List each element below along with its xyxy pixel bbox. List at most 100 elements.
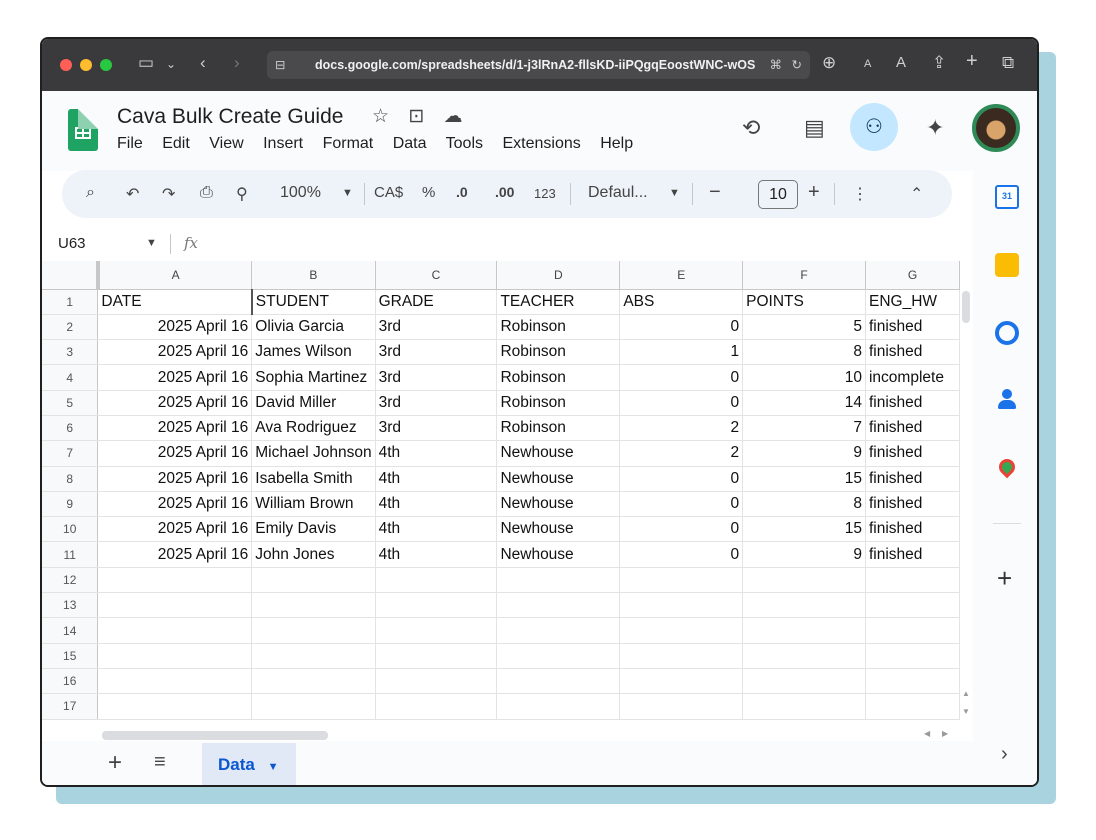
row-header[interactable]: 14 xyxy=(42,617,99,644)
cell-g8[interactable]: finished xyxy=(865,466,960,492)
cell-b17[interactable] xyxy=(251,693,376,720)
cell-f2[interactable]: 5 xyxy=(742,314,866,341)
sheets-logo[interactable] xyxy=(68,109,98,151)
share-button[interactable]: ⚇ xyxy=(850,103,898,151)
cell-f3[interactable]: 8 xyxy=(742,339,866,366)
cell-c5[interactable]: 3rd xyxy=(375,390,498,416)
name-box-dropdown-icon[interactable]: ▼ xyxy=(146,237,157,249)
font-size-decrease-button[interactable]: − xyxy=(709,181,721,204)
cell-b6[interactable]: Ava Rodriguez xyxy=(251,415,376,442)
cell-g3[interactable]: finished xyxy=(865,339,960,366)
cell-d2[interactable]: Robinson xyxy=(496,314,621,341)
scroll-up-icon[interactable]: ▲ xyxy=(962,689,970,698)
gemini-icon[interactable]: ✦ xyxy=(926,115,944,141)
cell-g11[interactable]: finished xyxy=(865,541,960,568)
cell-d6[interactable]: Robinson xyxy=(496,415,621,442)
cell-b3[interactable]: James Wilson xyxy=(251,339,376,366)
cell-b8[interactable]: Isabella Smith xyxy=(251,466,376,492)
row-header[interactable]: 2 xyxy=(42,314,99,341)
reload-icon[interactable]: ↻ xyxy=(791,51,802,79)
cell-e10[interactable]: 0 xyxy=(619,516,744,543)
cell-f1[interactable]: POINTS xyxy=(742,289,866,315)
increase-decimal-button[interactable]: .00 xyxy=(495,184,514,200)
cell-b10[interactable]: Emily Davis xyxy=(251,516,376,543)
cell-c8[interactable]: 4th xyxy=(375,466,498,492)
menu-insert[interactable]: Insert xyxy=(263,135,303,152)
cell-g16[interactable] xyxy=(865,668,960,695)
cell-a4[interactable]: 2025 April 16 xyxy=(97,364,253,391)
cell-f7[interactable]: 9 xyxy=(742,440,866,467)
column-header-c[interactable]: C xyxy=(375,261,498,290)
cell-a2[interactable]: 2025 April 16 xyxy=(97,314,253,341)
cell-c14[interactable] xyxy=(375,617,498,644)
menu-tools[interactable]: Tools xyxy=(446,135,483,152)
collapse-toolbar-icon[interactable]: ⌃ xyxy=(910,184,923,204)
cell-b13[interactable] xyxy=(251,592,376,619)
number-format-button[interactable]: 123 xyxy=(534,186,556,201)
download-icon[interactable]: ⊕ xyxy=(822,53,836,73)
menu-view[interactable]: View xyxy=(209,135,243,152)
name-box[interactable]: U63 xyxy=(58,235,86,252)
cell-b12[interactable] xyxy=(251,567,376,594)
column-header-a[interactable]: A xyxy=(97,261,253,290)
font-select[interactable]: Defaul... xyxy=(588,184,648,202)
cell-b16[interactable] xyxy=(251,668,376,695)
scroll-left-icon[interactable]: ◀ xyxy=(924,729,930,738)
redo-icon[interactable]: ↷ xyxy=(162,184,175,204)
select-all-corner[interactable] xyxy=(42,261,100,290)
cell-e11[interactable]: 0 xyxy=(619,541,744,568)
chevron-down-icon[interactable]: ⌄ xyxy=(166,57,176,71)
site-settings-icon[interactable]: ⊟ xyxy=(275,51,285,79)
calendar-icon[interactable]: 31 xyxy=(995,185,1019,209)
zoom-dropdown-icon[interactable]: ▼ xyxy=(342,187,353,199)
cell-c6[interactable]: 3rd xyxy=(375,415,498,442)
scroll-down-icon[interactable]: ▼ xyxy=(962,707,970,716)
horizontal-scroll-thumb[interactable] xyxy=(102,731,328,740)
row-header[interactable]: 15 xyxy=(42,643,99,669)
star-icon[interactable]: ☆ xyxy=(372,106,389,127)
back-icon[interactable]: ‹ xyxy=(200,53,206,73)
cell-f13[interactable] xyxy=(742,592,866,619)
cell-f6[interactable]: 7 xyxy=(742,415,866,442)
cell-a8[interactable]: 2025 April 16 xyxy=(97,466,253,492)
cell-c17[interactable] xyxy=(375,693,498,720)
cell-b15[interactable] xyxy=(251,643,376,669)
print-icon[interactable]: ⎙ xyxy=(200,184,213,202)
cell-c2[interactable]: 3rd xyxy=(375,314,498,341)
cell-f9[interactable]: 8 xyxy=(742,491,866,518)
decrease-decimal-button[interactable]: .0 xyxy=(456,184,468,200)
cell-b7[interactable]: Michael Johnson xyxy=(251,440,376,467)
cell-b11[interactable]: John Jones xyxy=(251,541,376,568)
row-header[interactable]: 5 xyxy=(42,390,99,416)
sheet-tab-data[interactable]: Data ▼ xyxy=(202,743,296,785)
get-addons-icon[interactable]: + xyxy=(997,563,1012,594)
cell-a10[interactable]: 2025 April 16 xyxy=(97,516,253,543)
vertical-scroll-thumb[interactable] xyxy=(962,291,970,323)
share-icon[interactable]: ⇪ xyxy=(932,53,946,73)
more-options-icon[interactable]: ⋮ xyxy=(852,184,868,204)
menu-data[interactable]: Data xyxy=(393,135,427,152)
cell-a3[interactable]: 2025 April 16 xyxy=(97,339,253,366)
text-larger-icon[interactable]: A xyxy=(896,54,906,71)
menu-format[interactable]: Format xyxy=(323,135,374,152)
cell-e13[interactable] xyxy=(619,592,744,619)
document-title[interactable]: Cava Bulk Create Guide xyxy=(117,105,343,129)
undo-icon[interactable]: ↶ xyxy=(126,184,139,204)
cell-f17[interactable] xyxy=(742,693,866,720)
percent-format-button[interactable]: % xyxy=(422,184,435,201)
column-header-f[interactable]: F xyxy=(742,261,866,290)
cell-e17[interactable] xyxy=(619,693,744,720)
tabs-overview-icon[interactable]: ⧉ xyxy=(1002,53,1014,73)
cell-b2[interactable]: Olivia Garcia xyxy=(251,314,376,341)
comments-icon[interactable]: ▤ xyxy=(804,115,825,141)
cell-f11[interactable]: 9 xyxy=(742,541,866,568)
cell-e9[interactable]: 0 xyxy=(619,491,744,518)
cell-g7[interactable]: finished xyxy=(865,440,960,467)
cell-b14[interactable] xyxy=(251,617,376,644)
cell-f10[interactable]: 15 xyxy=(742,516,866,543)
cell-d9[interactable]: Newhouse xyxy=(496,491,621,518)
cell-d3[interactable]: Robinson xyxy=(496,339,621,366)
cell-e2[interactable]: 0 xyxy=(619,314,744,341)
paint-format-icon[interactable]: ⚲ xyxy=(236,184,248,204)
cell-g4[interactable]: incomplete xyxy=(865,364,960,391)
